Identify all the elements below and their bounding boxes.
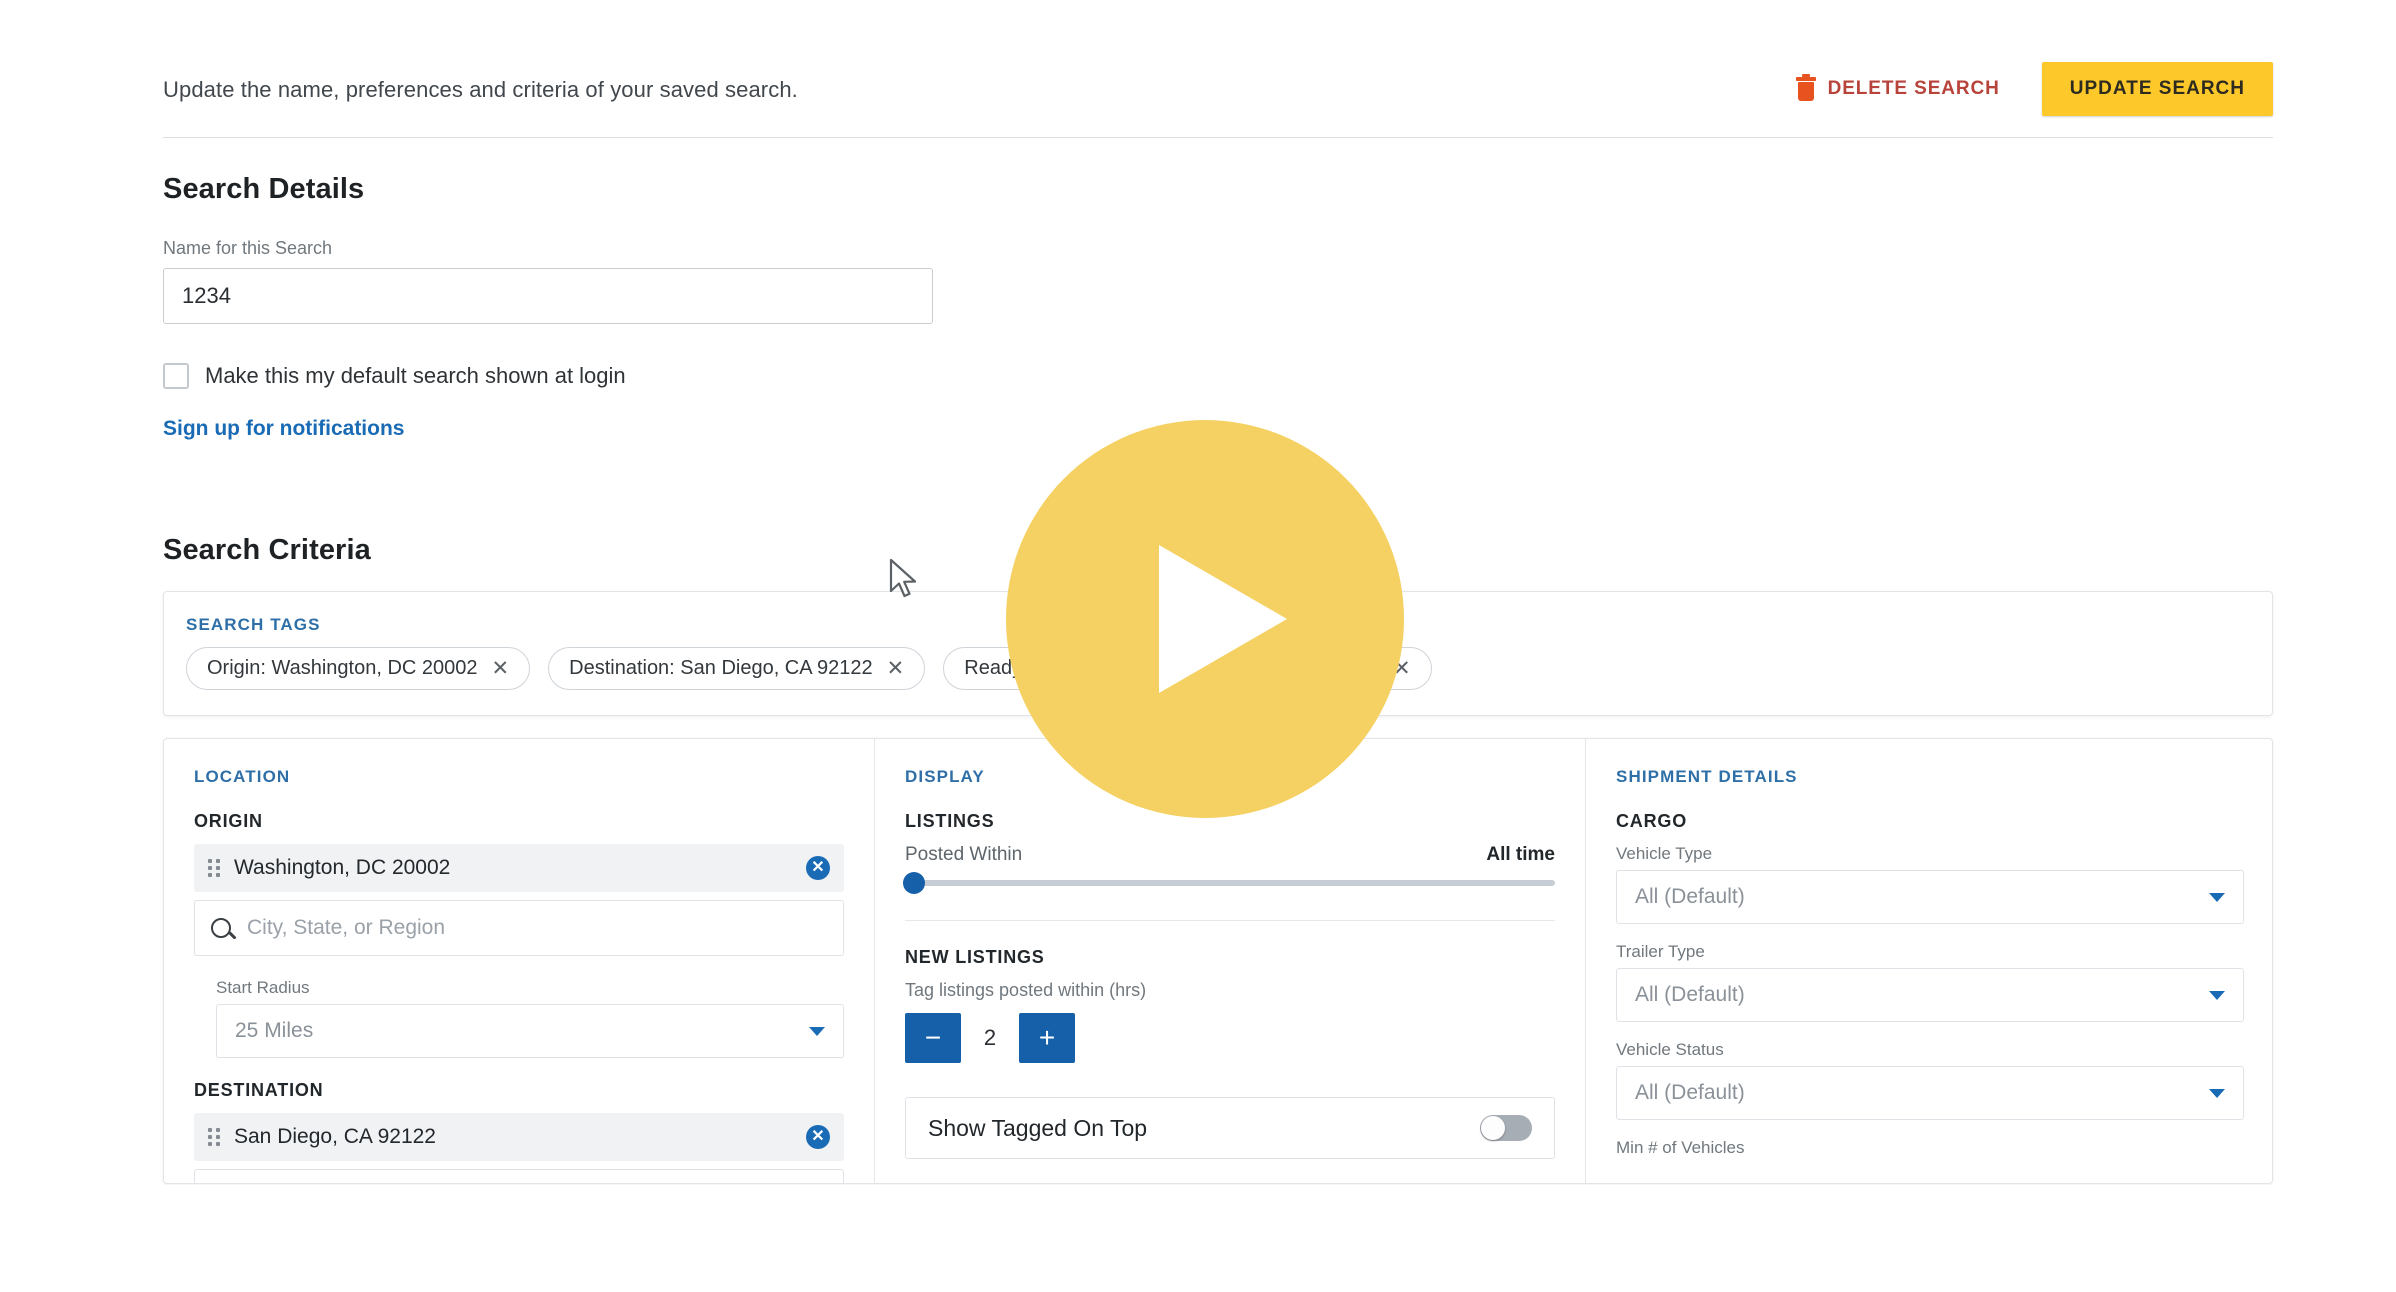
saved-search-edit-page: Update the name, preferences and criteri… <box>0 0 2396 1292</box>
origin-search-input[interactable] <box>247 916 827 940</box>
posted-within-labels: Posted Within All time <box>905 844 1555 866</box>
vehicle-status-select[interactable]: All (Default) <box>1616 1066 2244 1120</box>
new-listings-header: NEW LISTINGS <box>905 947 1045 967</box>
start-radius-select[interactable]: 25 Miles <box>216 1004 844 1058</box>
search-tag-label: Destination: San Diego, CA 92122 <box>569 657 873 679</box>
drag-handle-icon[interactable] <box>208 859 222 877</box>
destination-header: DESTINATION <box>194 1080 324 1100</box>
show-tagged-on-top-row[interactable]: Show Tagged On Top <box>905 1097 1555 1159</box>
chevron-down-icon <box>2209 892 2225 902</box>
play-button-overlay[interactable] <box>1006 420 1404 818</box>
posted-within-slider[interactable] <box>903 872 1555 894</box>
show-tagged-on-top-label: Show Tagged On Top <box>928 1114 1148 1141</box>
destination-selected-chip[interactable]: San Diego, CA 92122 ✕ <box>194 1113 844 1161</box>
default-search-checkbox-row[interactable]: Make this my default search shown at log… <box>163 363 626 389</box>
search-criteria-title: Search Criteria <box>163 534 371 566</box>
default-search-checkbox[interactable] <box>163 363 189 389</box>
vehicle-type-label: Vehicle Type <box>1616 844 1713 863</box>
location-header: LOCATION <box>194 767 291 786</box>
signup-notifications-link[interactable]: Sign up for notifications <box>163 417 404 441</box>
update-search-button[interactable]: UPDATE SEARCH <box>2041 62 2273 116</box>
decrement-button[interactable]: − <box>905 1013 961 1063</box>
tag-hours-value: 2 <box>961 1013 1019 1063</box>
location-column: LOCATION ORIGIN Washington, DC 20002 ✕ S… <box>164 739 874 1183</box>
destination-search-field[interactable] <box>194 1169 844 1183</box>
vehicle-status-value: All (Default) <box>1635 1081 1745 1104</box>
default-search-checkbox-label: Make this my default search shown at log… <box>205 363 626 388</box>
chevron-down-icon <box>2209 990 2225 1000</box>
start-radius-group: Start Radius 25 Miles <box>216 978 844 1058</box>
trash-icon <box>1795 74 1816 101</box>
search-name-label: Name for this Search <box>163 238 333 258</box>
min-vehicles-label: Min # of Vehicles <box>1616 1138 1745 1157</box>
origin-selected-chip[interactable]: Washington, DC 20002 ✕ <box>194 844 844 892</box>
chevron-down-icon <box>2209 1088 2225 1098</box>
delete-search-label: DELETE SEARCH <box>1827 78 2000 99</box>
search-tag[interactable]: Origin: Washington, DC 20002 ✕ <box>186 647 531 690</box>
search-details-title: Search Details <box>163 173 365 205</box>
play-icon <box>1159 545 1287 693</box>
tag-hours-stepper: − 2 + <box>905 1013 1075 1063</box>
vehicle-type-group: Vehicle Type All (Default) <box>1616 844 2244 924</box>
remove-origin-icon[interactable]: ✕ <box>806 856 830 880</box>
trailer-type-select[interactable]: All (Default) <box>1616 968 2244 1022</box>
search-tag-label: Origin: Washington, DC 20002 <box>207 657 478 679</box>
shipment-details-column: SHIPMENT DETAILS CARGO Vehicle Type All … <box>1586 739 2272 1183</box>
drag-handle-icon[interactable] <box>208 1128 222 1146</box>
chevron-down-icon <box>809 1026 825 1036</box>
remove-tag-icon[interactable]: ✕ <box>492 658 510 679</box>
page-header: Update the name, preferences and criteri… <box>163 60 2273 122</box>
page-subtitle: Update the name, preferences and criteri… <box>163 77 798 102</box>
trailer-type-group: Trailer Type All (Default) <box>1616 942 2244 1022</box>
search-tags-header: SEARCH TAGS <box>186 615 321 634</box>
start-radius-label: Start Radius <box>216 978 310 997</box>
shipment-details-header: SHIPMENT DETAILS <box>1616 767 1798 786</box>
header-divider <box>163 137 2273 138</box>
tag-hours-hint: Tag listings posted within (hrs) <box>905 980 1147 1000</box>
remove-destination-icon[interactable]: ✕ <box>806 1125 830 1149</box>
cargo-header: CARGO <box>1616 811 1687 831</box>
top-margin <box>0 0 2396 30</box>
vehicle-type-select[interactable]: All (Default) <box>1616 870 2244 924</box>
vehicle-status-group: Vehicle Status All (Default) <box>1616 1040 2244 1120</box>
header-actions: DELETE SEARCH UPDATE SEARCH <box>1790 60 2273 116</box>
trailer-type-label: Trailer Type <box>1616 942 1705 961</box>
vehicle-status-label: Vehicle Status <box>1616 1040 1724 1059</box>
delete-search-button[interactable]: DELETE SEARCH <box>1790 67 2006 111</box>
start-radius-value: 25 Miles <box>235 1019 314 1042</box>
search-icon <box>211 918 231 938</box>
bottom-margin <box>0 1185 2396 1292</box>
destination-chip-label: San Diego, CA 92122 <box>234 1125 436 1148</box>
search-name-input[interactable] <box>163 268 933 324</box>
posted-within-value: All time <box>1486 844 1555 865</box>
increment-button[interactable]: + <box>1019 1013 1075 1063</box>
trailer-type-value: All (Default) <box>1635 983 1745 1006</box>
remove-tag-icon[interactable]: ✕ <box>887 658 905 679</box>
slider-knob[interactable] <box>903 872 925 894</box>
origin-header: ORIGIN <box>194 811 263 831</box>
search-tag[interactable]: Destination: San Diego, CA 92122 ✕ <box>548 647 926 690</box>
origin-search-field[interactable] <box>194 900 844 956</box>
posted-within-label: Posted Within <box>905 844 1023 865</box>
vehicle-type-value: All (Default) <box>1635 885 1745 908</box>
display-divider <box>905 920 1555 921</box>
show-tagged-on-top-toggle[interactable] <box>1480 1115 1532 1141</box>
origin-chip-label: Washington, DC 20002 <box>234 856 451 879</box>
